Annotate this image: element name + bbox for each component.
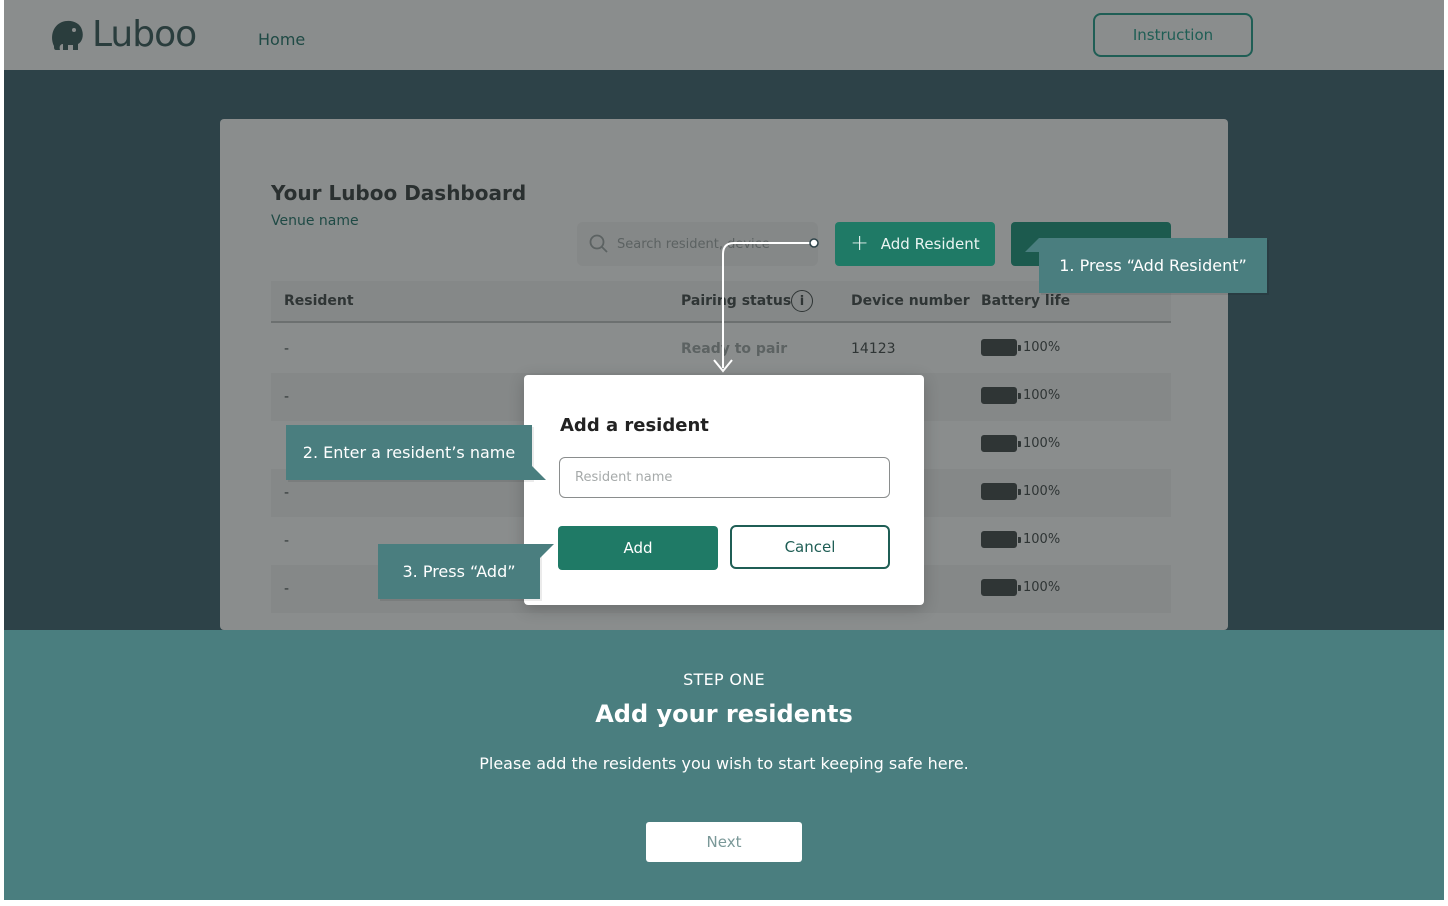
onboarding-panel: STEP ONE Add your residents Please add t… xyxy=(4,630,1444,900)
cancel-button[interactable]: Cancel xyxy=(730,525,890,569)
luboo-logo[interactable]: Luboo xyxy=(48,14,197,55)
callout-step-3: 3. Press “Add” xyxy=(378,544,554,599)
next-button[interactable]: Next xyxy=(646,822,802,862)
callout-step-1: 1. Press “Add Resident” xyxy=(1025,238,1267,293)
battery-value: 100% xyxy=(1023,388,1061,403)
add-resident-label: Add Resident xyxy=(880,235,980,253)
step-title: Add your residents xyxy=(595,700,853,728)
top-navbar: Luboo Home Instruction xyxy=(4,0,1444,70)
modal-title: Add a resident xyxy=(560,415,709,436)
callout-pointer xyxy=(532,466,546,480)
battery-cell: 100% xyxy=(981,531,1060,548)
step-description: Please add the residents you wish to sta… xyxy=(479,754,969,773)
battery-value: 100% xyxy=(1023,484,1061,499)
callout-text: 3. Press “Add” xyxy=(402,562,516,581)
connector-arrow-icon xyxy=(713,238,819,373)
battery-cell: 100% xyxy=(981,339,1060,356)
callout-step-2: 2. Enter a resident’s name xyxy=(286,425,546,480)
resident-cell: - xyxy=(284,389,290,405)
resident-cell: - xyxy=(284,485,290,501)
callout-text: 2. Enter a resident’s name xyxy=(302,443,516,462)
add-button[interactable]: Add xyxy=(558,526,718,570)
elephant-logo-icon xyxy=(52,20,83,50)
callout-pointer xyxy=(540,544,554,558)
battery-icon xyxy=(981,531,1021,548)
battery-cell: 100% xyxy=(981,387,1060,404)
battery-icon xyxy=(981,387,1021,404)
step-label: STEP ONE xyxy=(683,670,765,689)
battery-value: 100% xyxy=(1023,436,1061,451)
battery-value: 100% xyxy=(1023,580,1061,595)
callout-text: 1. Press “Add Resident” xyxy=(1059,256,1247,275)
battery-cell: 100% xyxy=(981,435,1060,452)
plus-icon: + xyxy=(850,231,869,256)
resident-name-input[interactable] xyxy=(559,457,890,498)
callout-pointer xyxy=(1025,238,1039,252)
resident-cell: - xyxy=(284,581,290,597)
battery-icon xyxy=(981,435,1021,452)
battery-icon xyxy=(981,483,1021,500)
search-icon xyxy=(589,234,608,253)
col-device-number: Device number xyxy=(851,293,970,309)
resident-cell: - xyxy=(284,533,290,549)
resident-cell: - xyxy=(284,341,290,357)
battery-icon xyxy=(981,579,1021,596)
battery-value: 100% xyxy=(1023,532,1061,547)
brand-name: Luboo xyxy=(92,14,197,55)
venue-name: Venue name xyxy=(271,213,359,229)
page-title: Your Luboo Dashboard xyxy=(271,181,527,205)
device-number-cell: 14123 xyxy=(851,341,896,357)
onboarding-screen: Luboo Home Instruction Your Luboo Dashbo… xyxy=(0,0,1448,906)
col-battery-life: Battery life xyxy=(981,293,1071,309)
nav-home-link[interactable]: Home xyxy=(258,30,305,49)
add-resident-modal: Add a resident Add Cancel xyxy=(524,375,924,605)
battery-value: 100% xyxy=(1023,340,1061,355)
instruction-button[interactable]: Instruction xyxy=(1093,13,1253,57)
battery-cell: 100% xyxy=(981,483,1060,500)
col-resident: Resident xyxy=(284,293,354,309)
add-resident-button[interactable]: + Add Resident xyxy=(835,222,995,266)
battery-icon xyxy=(981,339,1021,356)
battery-cell: 100% xyxy=(981,579,1060,596)
